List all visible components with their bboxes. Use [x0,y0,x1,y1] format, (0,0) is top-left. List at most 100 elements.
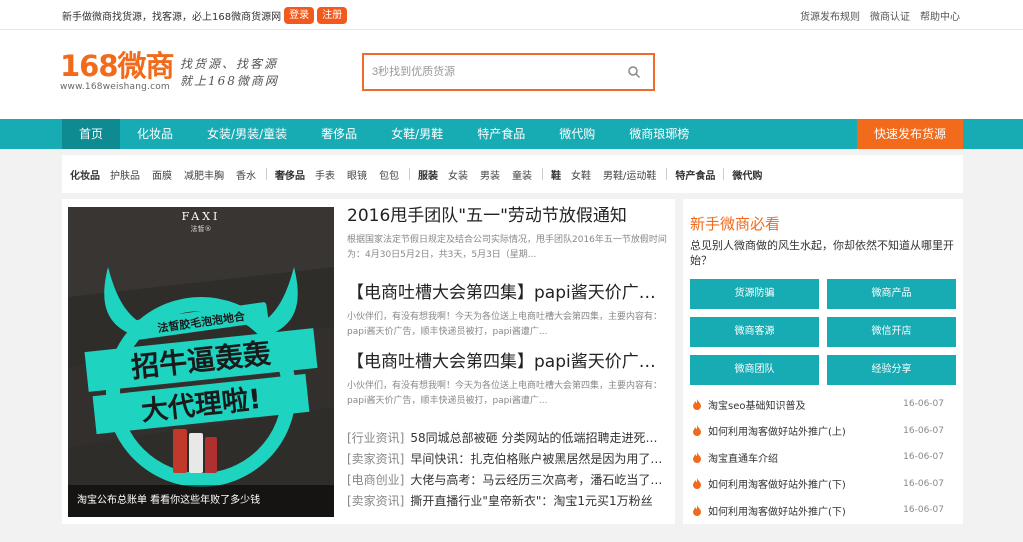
subnav-link[interactable]: 女装 [448,167,468,182]
category-subnav: 化妆品 护肤品 面膜 减肥丰胸 香水 奢侈品 手表 眼镜 包包 服装 女装 男装… [62,155,963,193]
list-item[interactable]: 如何利用淘客做好站外推广(上) 16-06-07 [692,418,952,445]
article-item: 2016甩手团队"五一"劳动节放假通知 根据国家法定节假日规定及结合公司实际情况… [347,205,667,263]
nav-item-cosmetics[interactable]: 化妆品 [120,119,190,149]
subnav-link[interactable]: 女鞋 [571,167,591,182]
list-item[interactable]: 如何利用淘客做好站外推广(下) 16-06-07 [692,497,952,524]
guide-button-anti-fraud[interactable]: 货源防骗 [690,279,819,309]
list-item-text: 如何利用淘客做好站外推广(上) [708,427,846,439]
subnav-head[interactable]: 鞋 [551,167,561,182]
news-list: [行业资讯] 58同城总部被砸 分类网站的低端招聘走进死胡同 [卖家资讯] 早间快讯… [347,428,667,512]
nav-item-daigou[interactable]: 微代购 [542,119,612,149]
nav-item-food[interactable]: 特产食品 [460,119,542,149]
news-text: 早间快讯：扎克伯格账户被黑居然是因为用了这个密码 [410,452,667,466]
list-item-text: 如何利用淘客做好站外推广(下) [708,480,846,492]
brand-logo-cn: 法皙® [191,224,212,233]
nav-item-ranking[interactable]: 微商琅琊榜 [612,119,706,149]
divider [542,168,543,180]
subnav-group-clothing: 服装 女装 男装 童装 [418,167,544,182]
site-logo[interactable]: 168微商 www.168weishang.com [60,49,175,92]
top-link-help[interactable]: 帮助中心 [920,8,960,23]
news-text: 撕开直播行业"皇帝新衣"：淘宝1元买1万粉丝 [410,494,653,508]
guide-button-products[interactable]: 微商产品 [827,279,956,309]
nav-item-shoes[interactable]: 女鞋/男鞋 [374,119,460,149]
subnav-link[interactable]: 男鞋/运动鞋 [603,167,656,182]
guide-button-team[interactable]: 微商团队 [690,355,819,385]
article-title[interactable]: 【电商吐槽大会第四集】papi酱天价广告，顺丰快递员被打 [347,351,667,373]
guide-button-customers[interactable]: 微商客源 [690,317,819,347]
register-button[interactable]: 注册 [317,6,348,24]
subnav-link[interactable]: 香水 [236,167,256,182]
quick-publish-button[interactable]: 快速发布货源 [857,119,963,149]
search-icon[interactable] [627,65,641,79]
news-row[interactable]: [行业资讯] 58同城总部被砸 分类网站的低端招聘走进死胡同 [347,428,667,449]
list-item[interactable]: 如何利用淘客做好站外推广(下) 16-06-07 [692,471,952,498]
list-item[interactable]: 淘宝seo基础知识普及 16-06-07 [692,391,952,418]
article-desc: 根据国家法定节假日规定及结合公司实际情况，甩手团队2016年五一节放假时间为：4… [347,235,667,260]
subnav-link[interactable]: 手表 [315,167,335,182]
news-tag: [电商创业] [347,473,405,487]
brand-logo: FAXI [182,210,221,223]
subnav-head[interactable]: 奢侈品 [275,167,305,182]
nav-item-luxury[interactable]: 奢侈品 [304,119,374,149]
article-item: 【电商吐槽大会第四集】papi酱天价广告，顺丰快递员被打 小伙伴们，有没有想我啊… [347,351,667,409]
header: 168微商 www.168weishang.com 找货源、找客源 就上168微… [0,30,1023,119]
feature-banner-art: FAXI 法皙® 法皙胶毛泡泡地合 招牛逼轰轰 大代理啦! [68,207,334,517]
list-item-text: 淘宝直通车介绍 [708,453,778,465]
newbie-guide-panel: 新手微商必看 总见别人微商做的风生水起，你却依然不知道从哪里开始？ 货源防骗 微… [683,199,963,524]
top-bar: 新手做微商找货源，找客源，必上168微商货源网 登录 注册 货源发布规则 微商认… [0,0,1023,30]
panel-title: 新手微商必看 [690,215,781,233]
article-title[interactable]: 2016甩手团队"五一"劳动节放假通知 [347,205,667,227]
subnav-link[interactable]: 减肥丰胸 [184,167,224,182]
guide-article-list: 淘宝seo基础知识普及 16-06-07 如何利用淘客做好站外推广(上) 16-… [692,391,952,524]
article-desc: 小伙伴们，有没有想我啊！今天为各位送上电商吐槽大会第四集，主要内容有：papi酱… [347,381,663,406]
divider [409,168,410,180]
fire-icon [693,504,701,516]
subnav-link[interactable]: 面膜 [152,167,172,182]
article-desc: 小伙伴们，有没有想我啊！今天为各位送上电商吐槽大会第四集，主要内容有：papi酱… [347,312,663,337]
list-item-date: 16-06-07 [903,505,944,516]
fire-icon [693,451,701,463]
subnav-head[interactable]: 服装 [418,167,438,182]
top-link-certification[interactable]: 微商认证 [870,8,910,23]
news-row[interactable]: [电商创业] 大佬与高考：马云经历三次高考，潘石屹当了老师 [347,470,667,491]
subnav-head[interactable]: 特产食品 [675,167,715,182]
news-tag: [卖家资讯] [347,494,405,508]
slogan: 找货源、找客源 就上168微商网 [180,56,279,90]
fire-icon [693,398,701,410]
article-item: 【电商吐槽大会第四集】papi酱天价广告，顺丰快递员被打 小伙伴们，有没有想我啊… [347,282,667,340]
top-links: 货源发布规则 微商认证 帮助中心 [800,0,960,30]
subnav-link[interactable]: 男装 [480,167,500,182]
subnav-group-daigou: 微代购 [732,167,772,182]
search-input[interactable] [364,55,614,89]
divider [723,168,725,180]
divider [666,168,668,180]
news-row[interactable]: [卖家资讯] 早间快讯：扎克伯格账户被黑居然是因为用了这个密码 [347,449,667,470]
subnav-link[interactable]: 包包 [379,167,399,182]
top-link-publish-rules[interactable]: 货源发布规则 [800,8,860,23]
logo-text: 168微商 [60,49,175,83]
fire-icon [693,425,701,437]
subnav-link[interactable]: 童装 [512,167,532,182]
guide-button-wechat-shop[interactable]: 微信开店 [827,317,956,347]
news-text: 大佬与高考：马云经历三次高考，潘石屹当了老师 [410,473,667,487]
guide-button-experience[interactable]: 经验分享 [827,355,956,385]
guide-button-grid: 货源防骗 微商产品 微商客源 微信开店 微商团队 经验分享 [690,279,956,385]
nav-items: 首页 化妆品 女装/男装/童装 奢侈品 女鞋/男鞋 特产食品 微代购 微商琅琊榜 [62,119,706,149]
subnav-head[interactable]: 微代购 [732,167,762,182]
subnav-link[interactable]: 眼镜 [347,167,367,182]
list-item-date: 16-06-07 [903,478,944,489]
subnav-group-cosmetics: 化妆品 护肤品 面膜 减肥丰胸 香水 [70,167,268,182]
subnav-link[interactable]: 护肤品 [110,167,140,182]
article-title[interactable]: 【电商吐槽大会第四集】papi酱天价广告，顺丰快递员被打 [347,282,667,304]
news-row[interactable]: [卖家资讯] 撕开直播行业"皇帝新衣"：淘宝1元买1万粉丝 [347,491,667,512]
slogan-line-2: 就上168微商网 [180,74,279,88]
subnav-head[interactable]: 化妆品 [70,167,100,182]
main-nav: 首页 化妆品 女装/男装/童装 奢侈品 女鞋/男鞋 特产食品 微代购 微商琅琊榜… [0,119,1023,149]
fire-icon [693,478,701,490]
login-button[interactable]: 登录 [284,6,315,24]
list-item[interactable]: 淘宝直通车介绍 16-06-07 [692,444,952,471]
nav-item-clothing[interactable]: 女装/男装/童装 [190,119,304,149]
main-content: FAXI 法皙® 法皙胶毛泡泡地合 招牛逼轰轰 大代理啦! 淘宝公布总账单 看看… [62,199,675,524]
nav-item-home[interactable]: 首页 [62,119,121,149]
feature-banner[interactable]: FAXI 法皙® 法皙胶毛泡泡地合 招牛逼轰轰 大代理啦! 淘宝公布总账单 看看… [68,207,334,517]
